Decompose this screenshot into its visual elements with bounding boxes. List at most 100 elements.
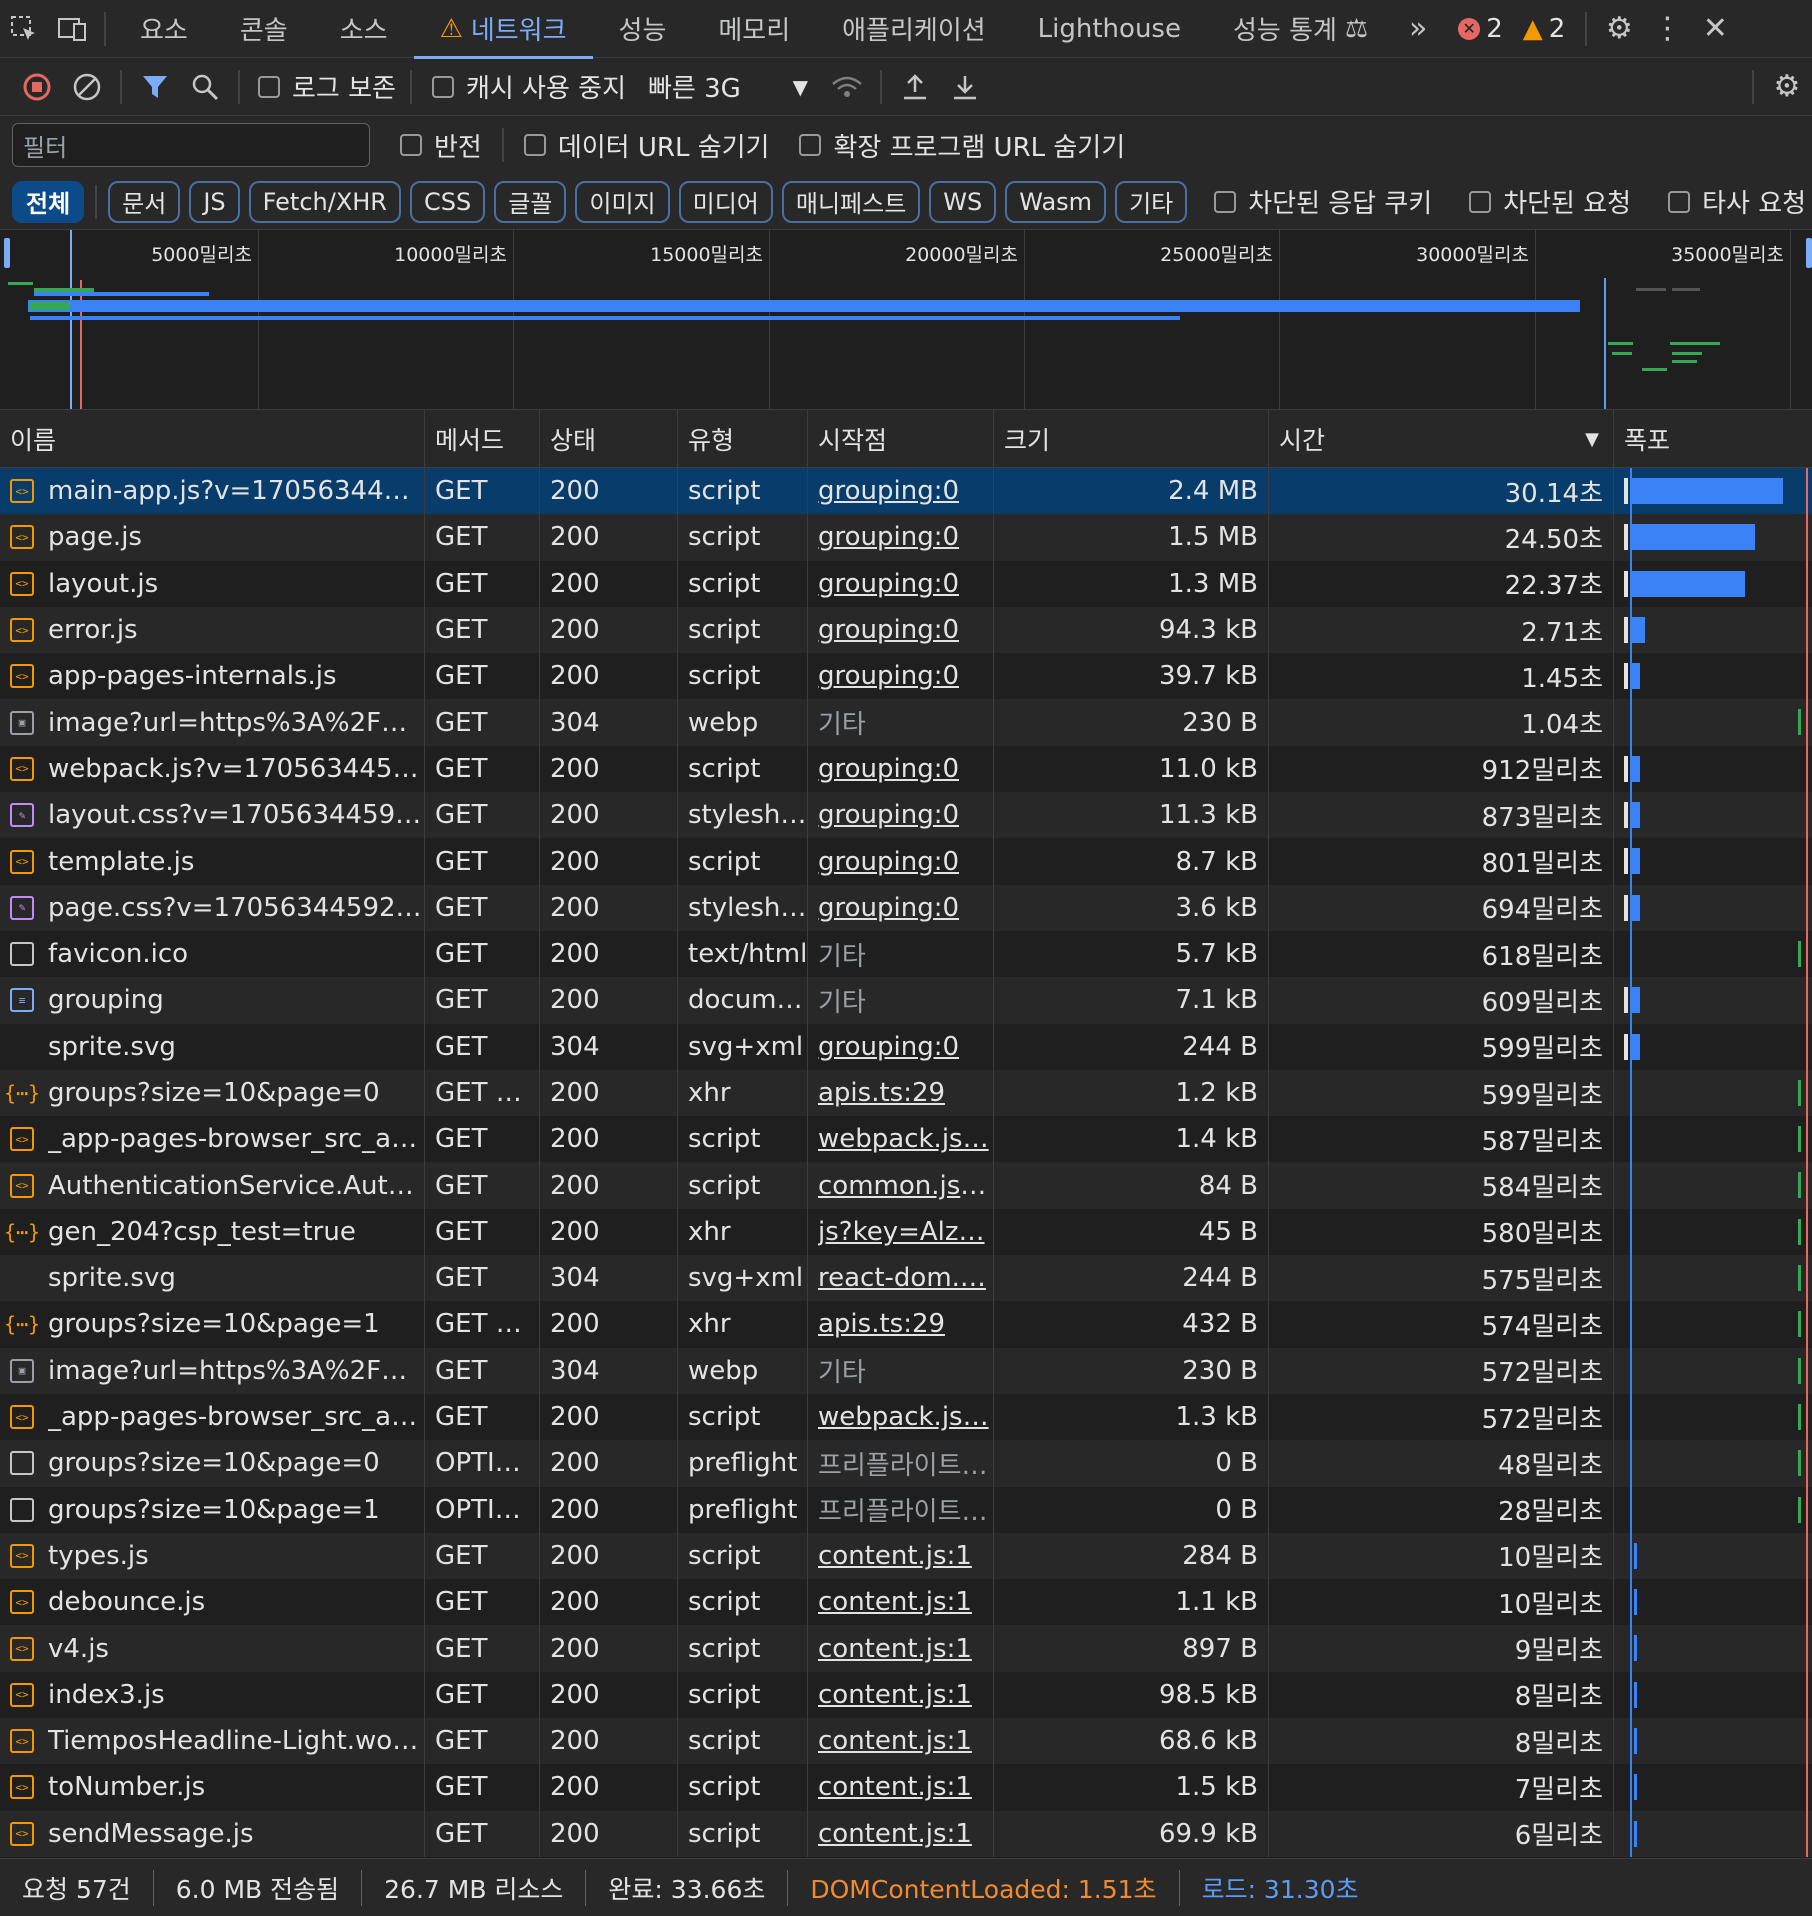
initiator-link[interactable]: content.js:1	[818, 1587, 972, 1617]
type-chip-wasm[interactable]: Wasm	[1005, 180, 1107, 223]
table-row[interactable]: <> layout.js GET 200 script grouping:0 1.3 MB 2…	[0, 560, 1812, 607]
tab-elements[interactable]: 요소	[114, 0, 214, 58]
tab-lighthouse[interactable]: Lighthouse	[1012, 0, 1207, 58]
column-header-waterfall[interactable]: 폭포	[1614, 410, 1812, 468]
initiator-link[interactable]: common.js:…	[818, 1171, 993, 1201]
table-row[interactable]: <> debounce.js GET 200 script content.js:1 1.1…	[0, 1579, 1812, 1626]
checkbox[interactable]	[1668, 190, 1691, 213]
settings-icon[interactable]: ⚙	[1595, 0, 1643, 58]
table-row[interactable]: ▣ image?url=https%3A%2F%… GET 304 webp 기타 230 …	[0, 699, 1812, 746]
type-chip-all[interactable]: 전체	[12, 180, 85, 223]
initiator-link[interactable]: grouping:0	[818, 754, 959, 784]
table-row[interactable]: groups?size=10&page=1 OPTI… 200 preflight 프리…	[0, 1486, 1812, 1533]
table-row[interactable]: ✎ layout.css?v=1705634459292 GET 200 stylesh…	[0, 792, 1812, 839]
hide-data-urls-checkbox[interactable]: 데이터 URL 숨기기	[523, 127, 769, 164]
initiator-link[interactable]: grouping:0	[818, 615, 959, 645]
table-row[interactable]: <> error.js GET 200 script grouping:0 94.3 kB 2…	[0, 606, 1812, 654]
table-row[interactable]: <> page.js GET 200 script grouping:0 1.5 MB 24.…	[0, 514, 1812, 561]
type-chip-ws[interactable]: WS	[929, 180, 997, 223]
tab-application[interactable]: 애플리케이션	[816, 0, 1012, 58]
more-options-icon[interactable]: ⋮	[1643, 0, 1691, 58]
initiator-link[interactable]: js?key=Alz…	[818, 1217, 985, 1247]
initiator-link[interactable]: content.js:1	[818, 1634, 972, 1664]
checkbox[interactable]	[523, 134, 546, 156]
tab-console[interactable]: 콘솔	[214, 0, 314, 58]
blocked-cookies-checkbox[interactable]: 차단된 응답 쿠키	[1214, 183, 1432, 220]
network-settings-icon[interactable]: ⚙	[1762, 58, 1812, 116]
initiator-link[interactable]: apis.ts:29	[818, 1309, 945, 1339]
record-stop-icon[interactable]	[12, 58, 62, 116]
table-row[interactable]: <> _app-pages-browser_src_a… GET 200 script w…	[0, 1116, 1812, 1163]
checkbox[interactable]	[258, 75, 280, 98]
table-row[interactable]: <> template.js GET 200 script grouping:0 8.7 k…	[0, 838, 1812, 885]
table-row[interactable]: <> toNumber.js GET 200 script content.js:1 1.5…	[0, 1764, 1812, 1811]
table-row[interactable]: <> v4.js GET 200 script content.js:1 897 B 9밀리초	[0, 1625, 1812, 1672]
table-row[interactable]: <> types.js GET 200 script content.js:1 284 B 1…	[0, 1532, 1812, 1580]
table-row[interactable]: <> app-pages-internals.js GET 200 script grou…	[0, 653, 1812, 700]
filter-input[interactable]: 필터	[12, 123, 370, 167]
tab-memory[interactable]: 메모리	[692, 0, 816, 58]
tab-performance[interactable]: 성능	[593, 0, 693, 58]
throttling-select[interactable]: 빠른 3G ▼	[648, 68, 808, 105]
type-chip-font[interactable]: 글꼴	[494, 180, 567, 223]
table-row[interactable]: ▣ image?url=https%3A%2F%… GET 304 webp 기타 230 …	[0, 1347, 1812, 1394]
column-header-status[interactable]: 상태	[540, 410, 678, 468]
initiator-link[interactable]: grouping:0	[818, 522, 959, 552]
filter-icon[interactable]	[130, 58, 180, 116]
import-har-icon[interactable]	[890, 58, 940, 116]
initiator-link[interactable]: react-dom.…	[818, 1263, 986, 1293]
inspect-element-icon[interactable]	[0, 0, 48, 58]
initiator-link[interactable]: content.js:1	[818, 1772, 972, 1802]
overview-right-handle[interactable]	[1806, 238, 1812, 268]
invert-checkbox[interactable]: 반전	[400, 127, 482, 164]
initiator-link[interactable]: content.js:1	[818, 1726, 972, 1756]
type-chip-doc[interactable]: 문서	[108, 180, 181, 223]
table-row[interactable]: <> AuthenticationService.Authe… GET 200 scri…	[0, 1162, 1812, 1209]
column-header-method[interactable]: 메서드	[425, 410, 540, 468]
network-overview-timeline[interactable]: 5000밀리초 10000밀리초 15000밀리초 20000밀리초 25000…	[0, 230, 1812, 410]
type-chip-js[interactable]: JS	[189, 180, 240, 223]
initiator-link[interactable]: content.js:1	[818, 1541, 972, 1571]
type-chip-media[interactable]: 미디어	[678, 180, 773, 223]
initiator-link[interactable]: content.js:1	[818, 1819, 972, 1849]
close-icon[interactable]: ✕	[1691, 0, 1739, 58]
checkbox[interactable]	[1214, 190, 1237, 213]
type-chip-img[interactable]: 이미지	[575, 180, 670, 223]
tab-sources[interactable]: 소스	[314, 0, 414, 58]
column-header-type[interactable]: 유형	[678, 410, 808, 468]
search-icon[interactable]	[180, 58, 230, 116]
checkbox[interactable]	[400, 134, 422, 156]
column-header-size[interactable]: 크기	[994, 410, 1269, 468]
table-row[interactable]: ✎ page.css?v=1705634459292 GET 200 stylesh… g…	[0, 884, 1812, 931]
clear-icon[interactable]	[62, 58, 112, 116]
column-header-time[interactable]: 시간 ▼	[1269, 410, 1614, 468]
disable-cache-checkbox[interactable]: 캐시 사용 중지	[431, 68, 626, 105]
table-row[interactable]: {⋯} groups?size=10&page=0 GET … 200 xhr apis.…	[0, 1069, 1812, 1117]
third-party-checkbox[interactable]: 타사 요청	[1668, 183, 1806, 220]
more-tabs-icon[interactable]: »	[1394, 0, 1442, 58]
hide-extension-urls-checkbox[interactable]: 확장 프로그램 URL 숨기기	[799, 127, 1125, 164]
table-row[interactable]: {⋯} gen_204?csp_test=true GET 200 xhr js?key=…	[0, 1208, 1812, 1256]
type-chip-css[interactable]: CSS	[409, 180, 486, 223]
initiator-link[interactable]: apis.ts:29	[818, 1078, 945, 1108]
column-header-initiator[interactable]: 시작점	[808, 410, 994, 468]
checkbox[interactable]	[431, 75, 454, 98]
type-chip-fetch-xhr[interactable]: Fetch/XHR	[248, 180, 401, 223]
table-row[interactable]: {⋯} groups?size=10&page=1 GET … 200 xhr apis.…	[0, 1301, 1812, 1348]
table-row[interactable]: <> index3.js GET 200 script content.js:1 98.5 …	[0, 1671, 1812, 1719]
table-row[interactable]: groups?size=10&page=0 OPTI… 200 preflight 프리…	[0, 1440, 1812, 1487]
table-row[interactable]: <> sendMessage.js GET 200 script content.js:1…	[0, 1810, 1812, 1857]
table-row[interactable]: sprite.svg GET 304 svg+xml react-dom.… 244 B 5…	[0, 1255, 1812, 1302]
column-header-name[interactable]: 이름	[0, 410, 425, 468]
initiator-link[interactable]: grouping:0	[818, 661, 959, 691]
initiator-link[interactable]: content.js:1	[818, 1680, 972, 1710]
checkbox[interactable]	[1469, 190, 1492, 213]
initiator-link[interactable]: grouping:0	[818, 847, 959, 877]
table-row[interactable]: favicon.ico GET 200 text/html 기타 5.7 kB 618밀리초	[0, 930, 1812, 978]
initiator-link[interactable]: webpack.js…	[818, 1402, 989, 1432]
preserve-log-checkbox[interactable]: 로그 보존	[258, 68, 396, 105]
initiator-link[interactable]: grouping:0	[818, 476, 959, 506]
table-row[interactable]: <> TiemposHeadline-Light.woff… GET 200 scrip…	[0, 1718, 1812, 1765]
table-row[interactable]: <> main-app.js?v=1705634459… GET 200 script g…	[0, 468, 1812, 515]
initiator-link[interactable]: grouping:0	[818, 1032, 959, 1062]
